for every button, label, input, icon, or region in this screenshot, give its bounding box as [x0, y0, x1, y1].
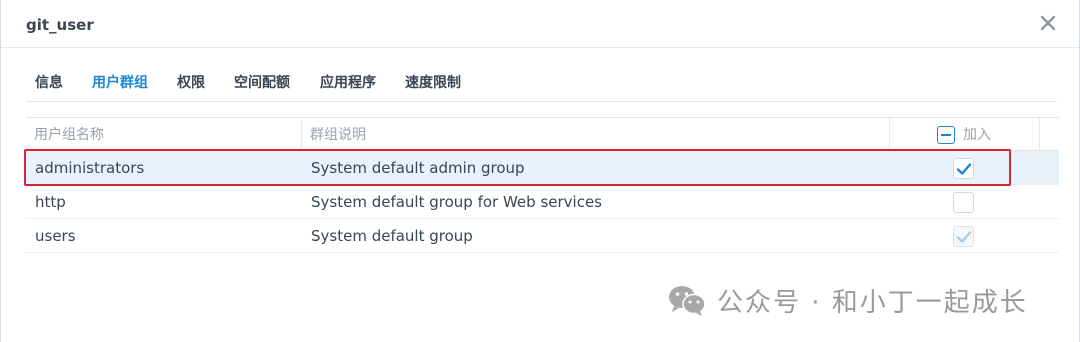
tab-speed-limit[interactable]: 速度限制	[405, 72, 461, 92]
user-edit-dialog: git_user 信息 用户群组 权限 空间配额 应用程序 速度限制 用户组名称…	[0, 0, 1080, 342]
tab-info[interactable]: 信息	[35, 72, 63, 92]
table-row[interactable]: http System default group for Web servic…	[26, 185, 1059, 219]
table-row[interactable]: administrators System default admin grou…	[26, 151, 1059, 185]
group-table: 用户组名称 群组说明 加入 administrators System defa…	[26, 117, 1059, 253]
join-checkbox[interactable]	[953, 192, 974, 213]
wechat-icon	[669, 286, 706, 316]
group-description-cell: System default group for Web services	[311, 193, 602, 211]
dialog-titlebar: git_user	[1, 0, 1079, 48]
tab-quota[interactable]: 空间配额	[234, 72, 290, 92]
column-header-group-name[interactable]: 用户组名称	[26, 118, 302, 150]
join-label: 加入	[963, 127, 991, 143]
group-description-cell: System default group	[311, 227, 473, 245]
dialog-title: git_user	[26, 16, 94, 34]
group-name-cell: administrators	[35, 159, 145, 177]
checkmark-icon	[956, 163, 972, 175]
select-all-checkbox[interactable]	[937, 126, 955, 144]
watermark: 公众号 · 和小丁一起成长	[667, 280, 1028, 320]
group-name-cell: http	[35, 193, 66, 211]
tab-applications[interactable]: 应用程序	[320, 72, 376, 92]
tab-permissions[interactable]: 权限	[177, 72, 205, 92]
table-header: 用户组名称 群组说明 加入	[26, 117, 1059, 151]
join-checkbox-disabled	[953, 226, 974, 247]
table-row[interactable]: users System default group	[26, 219, 1059, 253]
group-description-cell: System default admin group	[311, 159, 525, 177]
close-icon[interactable]	[1039, 14, 1057, 32]
watermark-text: 公众号 · 和小丁一起成长	[717, 287, 1028, 318]
column-header-description[interactable]: 群组说明	[302, 118, 890, 150]
tab-bar: 信息 用户群组 权限 空间配额 应用程序 速度限制	[26, 66, 1057, 102]
join-checkbox[interactable]	[953, 158, 974, 179]
group-name-cell: users	[35, 227, 76, 245]
tab-user-groups[interactable]: 用户群组	[92, 72, 148, 92]
checkmark-icon	[956, 231, 972, 243]
